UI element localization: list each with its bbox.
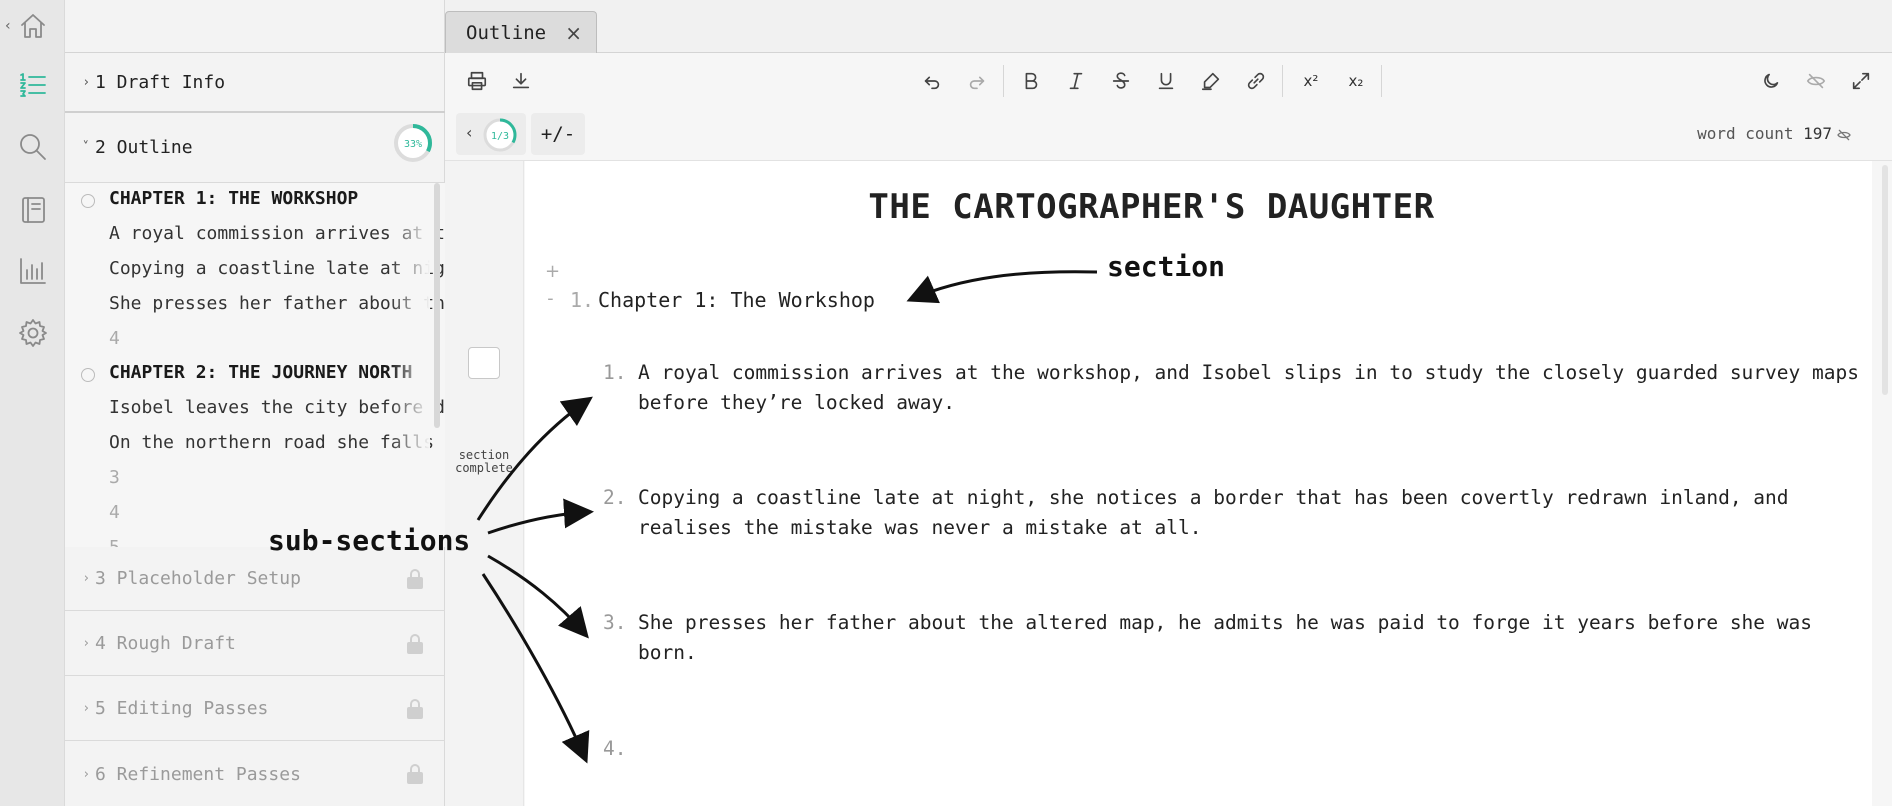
section-draft-info[interactable]: › 1 Draft Info: [65, 53, 445, 113]
lock-icon: [407, 699, 423, 719]
subsection-item[interactable]: 4.: [603, 734, 1863, 764]
annotation-section: section: [1107, 250, 1226, 283]
page-indicator: 1/3: [491, 131, 509, 142]
word-count-label: word count: [1697, 124, 1794, 143]
chevron-right-icon: ›: [83, 636, 89, 651]
check-circle-icon[interactable]: [81, 194, 95, 208]
word-count: word count 197: [1697, 124, 1832, 143]
word-count-value: 197: [1803, 124, 1832, 143]
add-section-button[interactable]: +: [545, 261, 560, 282]
text-fade: [390, 183, 430, 547]
tab-outline[interactable]: Outline ×: [445, 11, 597, 53]
subsection-text[interactable]: Copying a coastline late at night, she n…: [638, 483, 1863, 543]
link-icon[interactable]: [1242, 67, 1270, 95]
underline-icon[interactable]: [1152, 67, 1180, 95]
tab-bar: Outline ×: [445, 0, 1892, 53]
subsection-item[interactable]: 1. A royal commission arrives at the wor…: [603, 358, 1863, 418]
superscript-button[interactable]: x²: [1297, 67, 1325, 95]
tab-label: Outline: [466, 21, 547, 44]
hide-eye-icon[interactable]: [1802, 67, 1830, 95]
collapse-chevron-icon[interactable]: ‹: [5, 18, 11, 34]
print-icon[interactable]: [463, 67, 491, 95]
editor: x² x₂ ‹ 1/3 +/- word count 197 section c…: [445, 53, 1892, 806]
toolbar-separator: [1282, 65, 1283, 97]
section-editing-passes[interactable]: › 5 Editing Passes: [65, 677, 445, 741]
section-navigator[interactable]: ‹ 1/3: [456, 113, 526, 155]
redo-icon[interactable]: [963, 67, 991, 95]
section-number: 1.: [570, 288, 595, 312]
section-refinement-passes[interactable]: › 6 Refinement Passes: [65, 742, 445, 806]
chevron-right-icon: ›: [83, 766, 89, 782]
sidebar-scrollbar[interactable]: [434, 183, 440, 428]
document-scrollbar[interactable]: [1882, 165, 1888, 395]
section-progress-ring: 1/3: [483, 118, 517, 152]
subsection-number: 3.: [603, 611, 627, 634]
highlighter-icon[interactable]: [1197, 67, 1225, 95]
editor-gutter: section complete: [445, 161, 524, 806]
section-label: 6 Refinement Passes: [95, 763, 301, 785]
section-label: 3 Placeholder Setup: [95, 568, 301, 589]
section-rough-draft[interactable]: › 4 Rough Draft: [65, 612, 445, 676]
fullscreen-icon[interactable]: [1847, 67, 1875, 95]
dark-mode-moon-icon[interactable]: [1757, 67, 1785, 95]
plus-minus-button[interactable]: +/-: [531, 113, 585, 155]
notebook-icon[interactable]: [16, 193, 50, 227]
subsection-number: 2.: [603, 486, 627, 509]
subscript-button[interactable]: x₂: [1342, 67, 1370, 95]
editor-subbar: ‹ 1/3 +/- word count 197: [445, 109, 1892, 161]
section-outline[interactable]: ˅ 2 Outline: [65, 113, 445, 183]
undo-icon[interactable]: [918, 67, 946, 95]
chevron-left-icon[interactable]: ‹: [466, 123, 472, 142]
chevron-down-icon: ˅: [82, 140, 90, 155]
outline-tree: CHAPTER 1: THE WORKSHOP A royal commissi…: [65, 183, 445, 547]
lock-icon: [407, 764, 423, 784]
chevron-right-icon: ›: [83, 74, 89, 90]
check-circle-icon[interactable]: [81, 368, 95, 382]
lock-icon: [407, 569, 423, 589]
close-icon[interactable]: ×: [565, 21, 582, 45]
section-heading[interactable]: Chapter 1: The Workshop: [598, 288, 875, 312]
bold-icon[interactable]: [1017, 67, 1045, 95]
toolbar-separator: [1003, 65, 1004, 97]
section-complete-checkbox[interactable]: [468, 347, 500, 379]
section-complete-label: section complete: [455, 448, 513, 475]
outline-progress-ring: 33%: [394, 124, 432, 162]
download-icon[interactable]: [507, 67, 535, 95]
chevron-right-icon: ›: [83, 701, 89, 716]
subsection-item[interactable]: 2. Copying a coastline late at night, sh…: [603, 483, 1863, 543]
section-label: 5 Editing Passes: [95, 698, 269, 719]
search-icon[interactable]: [16, 130, 50, 164]
toolbar-separator: [1381, 65, 1382, 97]
section-label: 1 Draft Info: [95, 71, 226, 93]
section-label: 4 Rough Draft: [95, 633, 236, 654]
subsection-text[interactable]: She presses her father about the altered…: [638, 608, 1863, 668]
editor-toolbar: x² x₂: [445, 53, 1892, 109]
remove-section-button[interactable]: -: [545, 288, 556, 309]
hide-word-count-icon[interactable]: [1836, 127, 1852, 143]
document-title[interactable]: THE CARTOGRAPHER'S DAUGHTER: [525, 187, 1778, 227]
annotation-subsections: sub-sections: [268, 524, 471, 557]
subsection-number: 4.: [603, 737, 627, 760]
italic-icon[interactable]: [1062, 67, 1090, 95]
outline-list-icon[interactable]: [16, 68, 50, 102]
strikethrough-icon[interactable]: [1107, 67, 1135, 95]
subsection-number: 1.: [603, 361, 627, 384]
progress-text: 33%: [404, 139, 422, 150]
icon-rail: ‹: [0, 0, 65, 806]
sidebar-header: [65, 0, 444, 53]
stats-chart-icon[interactable]: [16, 254, 50, 288]
subsection-text[interactable]: A royal commission arrives at the worksh…: [638, 358, 1863, 418]
home-icon[interactable]: [16, 9, 50, 43]
lock-icon: [407, 634, 423, 654]
outline-sidebar: › 1 Draft Info ˅ 2 Outline 33% CHAPTER 1…: [65, 0, 445, 806]
chevron-right-icon: ›: [83, 571, 89, 586]
subsection-item[interactable]: 3. She presses her father about the alte…: [603, 608, 1863, 668]
settings-gear-icon[interactable]: [16, 316, 50, 350]
section-label: 2 Outline: [95, 137, 193, 158]
